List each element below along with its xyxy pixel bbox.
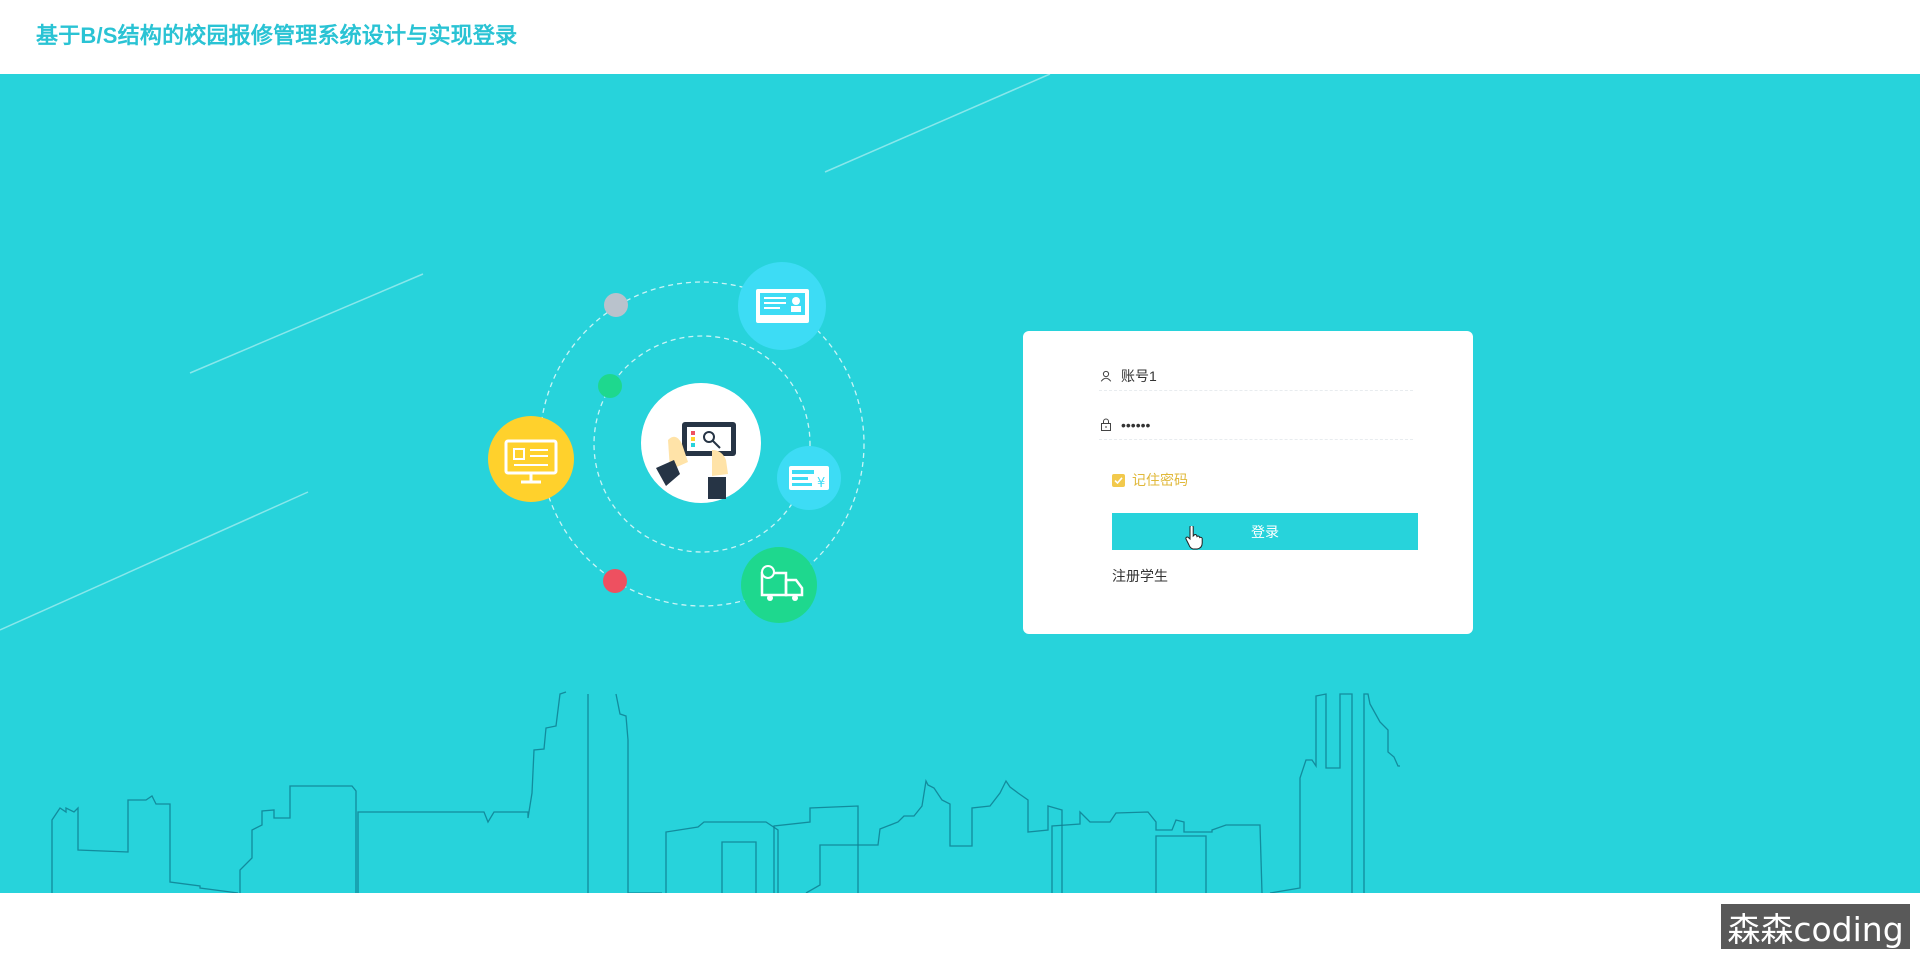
- remember-password-toggle[interactable]: 记住密码: [1112, 470, 1188, 490]
- hand-pointer-icon: [1185, 526, 1203, 550]
- remember-password-checkbox[interactable]: [1112, 473, 1125, 487]
- svg-text:¥: ¥: [817, 476, 825, 491]
- gray-dot: [604, 293, 628, 317]
- hero-illustration: ¥: [0, 74, 1400, 893]
- top-header: 基于B/S结构的校园报修管理系统设计与实现登录: [0, 0, 1920, 74]
- password-field[interactable]: [1099, 410, 1413, 440]
- delivery-truck-icon: [741, 547, 817, 623]
- remember-password-label: 记住密码: [1132, 472, 1188, 488]
- city-skyline: [51, 691, 1400, 893]
- payment-card-icon: ¥: [777, 446, 841, 510]
- deco-line: [824, 74, 1051, 173]
- user-icon: [1099, 369, 1113, 383]
- tablet-search-icon: [641, 383, 761, 503]
- deco-line: [189, 273, 424, 374]
- watermark: 森森coding: [1721, 904, 1910, 949]
- monitor-icon: [488, 416, 574, 502]
- lock-icon: [1099, 418, 1113, 432]
- login-card: 记住密码 登录 注册学生: [1023, 331, 1473, 634]
- username-input[interactable]: [1121, 367, 1401, 384]
- page-title: 基于B/S结构的校园报修管理系统设计与实现登录: [36, 23, 518, 48]
- deco-line: [0, 491, 309, 631]
- check-icon: [1114, 476, 1123, 484]
- login-button[interactable]: 登录: [1112, 513, 1418, 550]
- id-card-icon: [738, 262, 826, 350]
- password-input[interactable]: [1121, 416, 1401, 433]
- green-dot: [598, 374, 622, 398]
- red-dot: [603, 569, 627, 593]
- username-field[interactable]: [1099, 361, 1413, 391]
- register-student-link[interactable]: 注册学生: [1112, 566, 1168, 586]
- hero-background: ¥ 账号1 •••••• 记住密码 登录 注册学生: [0, 74, 1920, 893]
